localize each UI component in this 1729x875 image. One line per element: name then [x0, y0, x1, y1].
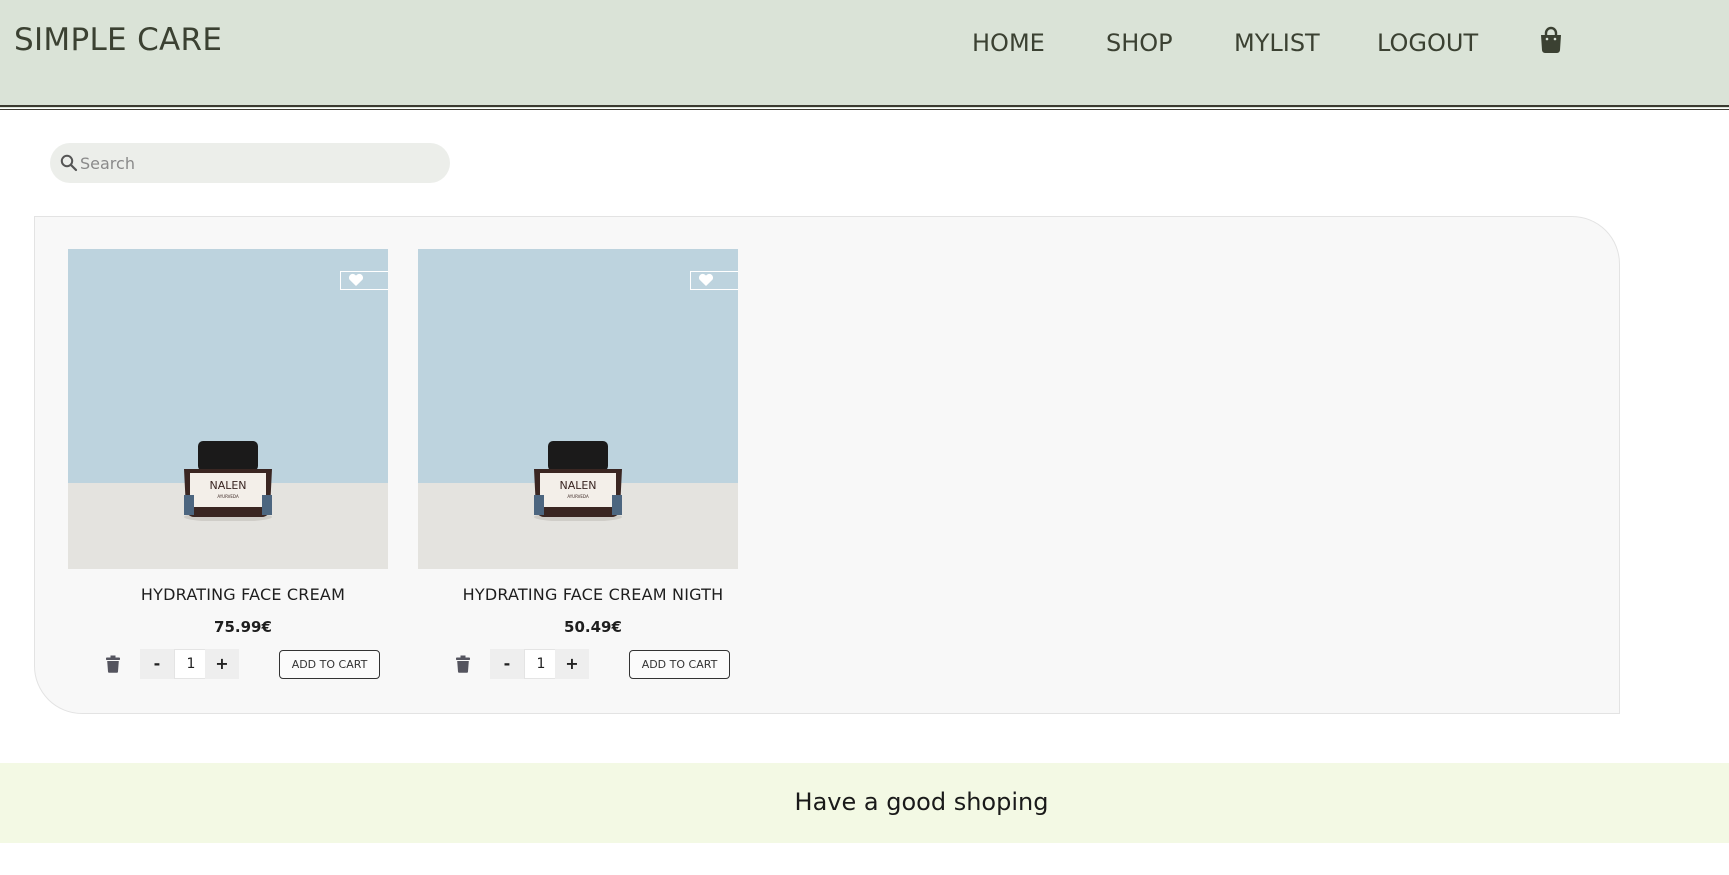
quantity-input[interactable]	[524, 649, 558, 679]
brand-logo[interactable]: SIMPLE CARE	[14, 22, 222, 58]
site-footer: Have a good shoping	[0, 763, 1729, 843]
search-icon	[60, 154, 78, 172]
heart-icon	[348, 273, 364, 286]
site-header: SIMPLE CARE HOME SHOP MYLIST LOGOUT	[0, 0, 1729, 108]
svg-text:AYURVEDA: AYURVEDA	[217, 494, 239, 499]
shopping-bag-icon[interactable]	[1539, 26, 1563, 54]
quantity-input[interactable]	[174, 649, 208, 679]
product-price: 75.99€	[214, 618, 272, 636]
svg-text:NALEN: NALEN	[209, 479, 246, 492]
add-to-mylist-button[interactable]	[340, 271, 388, 290]
nav-shop[interactable]: SHOP	[1106, 29, 1173, 57]
trash-icon[interactable]	[456, 655, 470, 673]
product-image[interactable]: NALEN AYURVEDA	[68, 249, 388, 569]
nav-home[interactable]: HOME	[972, 29, 1045, 57]
footer-message: Have a good shoping	[794, 788, 1049, 816]
cream-jar-image: NALEN AYURVEDA	[534, 441, 622, 521]
add-to-mylist-button[interactable]	[690, 271, 738, 290]
product-image[interactable]: NALEN AYURVEDA	[418, 249, 738, 569]
product-title: HYDRATING FACE CREAM NIGTH	[462, 585, 724, 604]
quantity-decrease-button[interactable]: -	[490, 649, 524, 679]
quantity-increase-button[interactable]: +	[555, 649, 589, 679]
product-card: NALEN AYURVEDA HYDRATING FACE CREAM NIGT…	[418, 249, 738, 689]
add-to-cart-button[interactable]: ADD TO CART	[279, 650, 380, 679]
header-divider	[0, 105, 1729, 107]
header-divider-thin	[0, 109, 1729, 110]
search-bar	[50, 143, 450, 183]
nav-logout[interactable]: LOGOUT	[1377, 29, 1478, 57]
search-input[interactable]	[80, 143, 440, 183]
quantity-decrease-button[interactable]: -	[140, 649, 174, 679]
cream-jar-image: NALEN AYURVEDA	[184, 441, 272, 521]
add-to-cart-button[interactable]: ADD TO CART	[629, 650, 730, 679]
trash-icon[interactable]	[106, 655, 120, 673]
product-price: 50.49€	[564, 618, 622, 636]
nav-mylist[interactable]: MYLIST	[1234, 29, 1320, 57]
quantity-increase-button[interactable]: +	[205, 649, 239, 679]
heart-icon	[698, 273, 714, 286]
product-card: NALEN AYURVEDA HYDRATING FACE CREAM 75.9…	[68, 249, 388, 689]
product-title: HYDRATING FACE CREAM	[140, 585, 346, 604]
svg-text:AYURVEDA: AYURVEDA	[567, 494, 589, 499]
svg-text:NALEN: NALEN	[559, 479, 596, 492]
